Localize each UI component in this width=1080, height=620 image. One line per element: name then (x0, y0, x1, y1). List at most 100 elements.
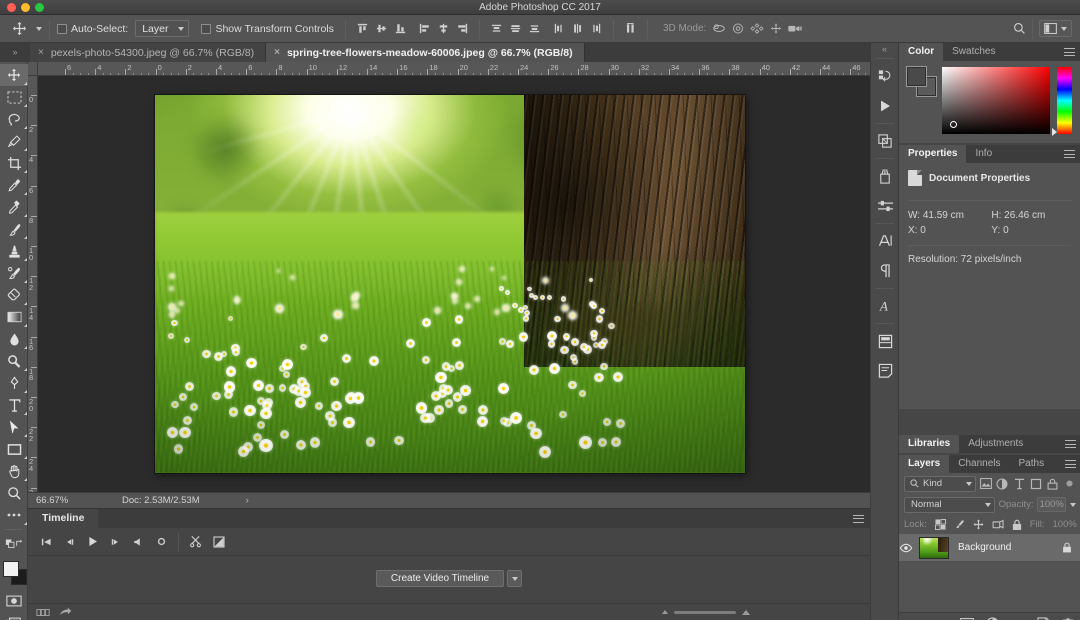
eraser-tool[interactable] (0, 284, 28, 306)
zoom-out-icon[interactable] (662, 610, 668, 614)
move-tool[interactable] (0, 64, 28, 86)
width-value[interactable]: 41.59 cm (923, 210, 964, 221)
filter-shape-icon[interactable] (1029, 476, 1043, 492)
go-to-first-frame-icon[interactable] (35, 531, 58, 553)
timeline-zoom-slider[interactable] (674, 611, 736, 614)
distribute-top-edges-icon[interactable] (487, 19, 506, 39)
history-icon[interactable] (871, 61, 899, 91)
auto-select-scope-dropdown[interactable]: Layer (135, 20, 189, 37)
align-vertical-centers-icon[interactable] (372, 19, 391, 39)
tab-paths[interactable]: Paths (1010, 455, 1054, 473)
gradient-tool[interactable] (0, 306, 28, 328)
tab-libraries[interactable]: Libraries (899, 435, 959, 453)
go-to-previous-frame-icon[interactable] (58, 531, 81, 553)
blend-mode-dropdown[interactable]: Normal (904, 497, 995, 513)
eyedropper-tool[interactable] (0, 174, 28, 196)
screen-mode-icon[interactable] (0, 612, 28, 620)
tab-color[interactable]: Color (899, 43, 943, 61)
opacity-caret-icon[interactable] (1070, 503, 1076, 507)
align-left-edges-icon[interactable] (415, 19, 434, 39)
timeline-body[interactable]: Create Video Timeline (28, 556, 870, 602)
filter-toggle-icon[interactable] (1062, 476, 1076, 492)
align-more-options-icon[interactable] (621, 19, 640, 39)
hand-tool[interactable] (0, 460, 28, 482)
panel-menu-icon[interactable] (1065, 440, 1076, 448)
opacity-value[interactable]: 100% (1037, 497, 1066, 512)
panel-menu-icon[interactable] (853, 515, 864, 523)
tab-adjustments[interactable]: Adjustments (959, 435, 1032, 453)
filter-pixel-icon[interactable] (979, 476, 993, 492)
tool-preset-caret-icon[interactable] (36, 27, 42, 31)
zoom-tool[interactable] (0, 482, 28, 504)
tab-swatches[interactable]: Swatches (943, 43, 1004, 61)
height-value[interactable]: 26.46 cm (1004, 210, 1045, 221)
filter-adjustment-icon[interactable] (996, 476, 1010, 492)
align-right-edges-icon[interactable] (453, 19, 472, 39)
foreground-color-swatch[interactable] (907, 67, 926, 86)
glyphs-icon[interactable]: A (871, 291, 899, 321)
split-clip-icon[interactable] (184, 531, 207, 553)
rectangle-tool[interactable] (0, 438, 28, 460)
chevron-right-icon[interactable]: › (246, 495, 249, 506)
distribute-left-edges-icon[interactable] (549, 19, 568, 39)
x-value[interactable]: 0 (920, 225, 926, 236)
align-top-edges-icon[interactable] (353, 19, 372, 39)
tab-info[interactable]: Info (966, 145, 1001, 163)
paragraph-icon[interactable] (871, 256, 899, 286)
slide-3d-icon[interactable] (766, 19, 785, 39)
align-bottom-edges-icon[interactable] (391, 19, 410, 39)
notes-icon[interactable] (871, 356, 899, 386)
create-video-timeline-button[interactable]: Create Video Timeline (376, 570, 504, 587)
y-value[interactable]: 0 (1003, 225, 1009, 236)
default-colors-swap-icon[interactable] (0, 533, 28, 555)
vertical-ruler[interactable]: 02468101214161820222426 (28, 76, 38, 508)
panel-menu-icon[interactable] (1064, 150, 1075, 158)
close-icon[interactable]: × (38, 47, 44, 58)
table-row[interactable]: Background (899, 534, 1080, 561)
settings-gear-icon[interactable] (150, 531, 173, 553)
create-video-timeline-caret[interactable] (507, 570, 522, 587)
spot-healing-brush-tool[interactable] (0, 196, 28, 218)
brush-tool[interactable] (0, 218, 28, 240)
hue-slider[interactable] (1057, 67, 1072, 134)
foreground-background-colors[interactable] (0, 558, 28, 588)
distribute-bottom-edges-icon[interactable] (525, 19, 544, 39)
horizontal-ruler[interactable]: 6420246810121416182022242628303234363840… (38, 62, 870, 76)
tab-channels[interactable]: Channels (949, 455, 1009, 473)
lock-icon[interactable] (1062, 542, 1072, 553)
audio-icon[interactable] (127, 531, 150, 553)
zoom-in-icon[interactable] (742, 610, 750, 615)
move-tool-icon[interactable] (6, 18, 32, 40)
distribute-horizontal-centers-icon[interactable] (568, 19, 587, 39)
lock-transparent-pixels-icon[interactable] (935, 519, 946, 530)
panel-menu-icon[interactable] (1064, 48, 1075, 56)
lock-artboard-nesting-icon[interactable] (992, 519, 1004, 530)
lock-position-icon[interactable] (973, 519, 984, 530)
canvas-scroll-area[interactable] (38, 76, 870, 508)
collapse-panel-icon[interactable]: » (0, 43, 30, 62)
orbit-3d-icon[interactable] (709, 19, 728, 39)
pen-tool[interactable] (0, 372, 28, 394)
lasso-tool[interactable] (0, 108, 28, 130)
filter-smart-object-icon[interactable] (1046, 476, 1060, 492)
lock-image-pixels-icon[interactable] (954, 519, 965, 530)
dodge-tool[interactable] (0, 350, 28, 372)
workspace-switcher-button[interactable] (1039, 20, 1072, 37)
edit-toolbar-tool[interactable] (0, 504, 28, 526)
convert-to-frame-animation-icon[interactable] (36, 609, 50, 616)
layer-name[interactable]: Background (958, 542, 1062, 553)
character-icon[interactable] (871, 226, 899, 256)
quick-mask-mode-icon[interactable] (0, 590, 28, 612)
document-tab-2[interactable]: × spring-tree-flowers-meadow-60006.jpeg … (266, 43, 585, 62)
clone-stamp-tool[interactable] (0, 240, 28, 262)
zoom-level-field[interactable]: 66.67% (28, 495, 80, 506)
collapse-panels-icon[interactable]: « (871, 43, 898, 56)
layer-thumbnail[interactable] (919, 537, 949, 559)
document-tab-1[interactable]: × pexels-photo-54300.jpeg @ 66.7% (RGB/8… (30, 43, 266, 62)
render-video-icon[interactable] (59, 607, 72, 617)
auto-select-checkbox[interactable] (57, 24, 67, 34)
pan-3d-icon[interactable] (747, 19, 766, 39)
search-icon[interactable] (1013, 22, 1026, 35)
rectangular-marquee-tool[interactable] (0, 86, 28, 108)
history-brush-tool[interactable] (0, 262, 28, 284)
